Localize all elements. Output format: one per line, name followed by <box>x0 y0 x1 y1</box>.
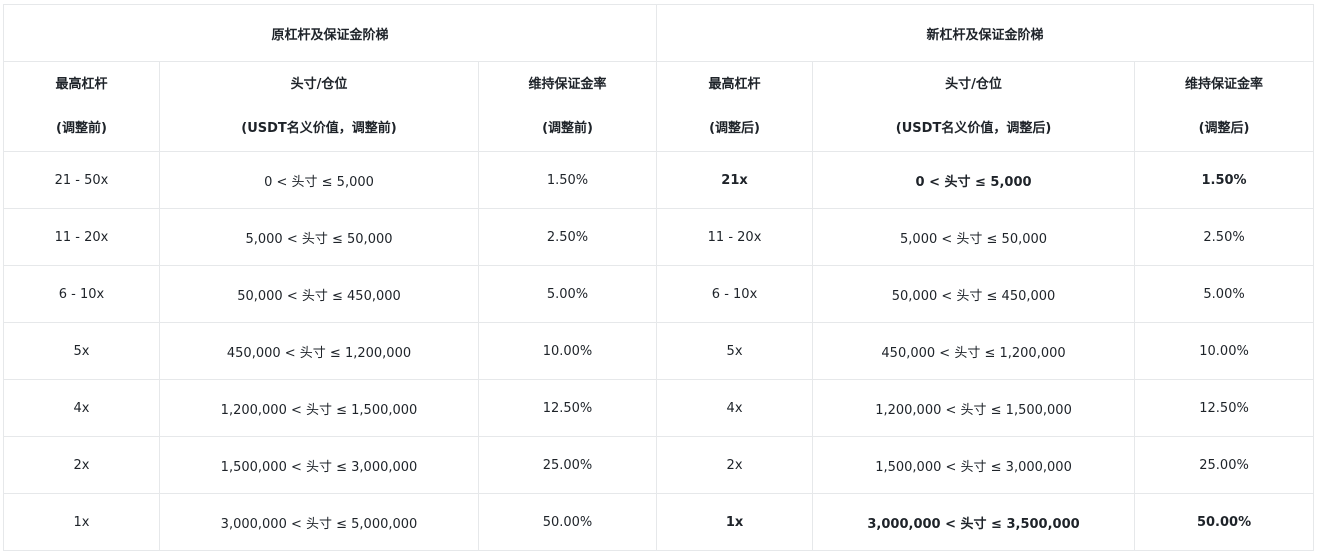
cell-max-leverage-new: 4x <box>656 379 814 437</box>
cell-max-leverage-old: 1x <box>3 493 160 551</box>
cell-max-leverage-new: 1x <box>656 493 814 551</box>
cell-max-leverage-old: 4x <box>3 379 160 437</box>
table-row: 21 - 50x 0 < 头寸 ≤ 5,000 1.50% 21x 0 < 头寸… <box>3 151 1315 209</box>
column-header-position-old: 头寸/仓位 (USDT名义价值，调整前) <box>159 61 479 152</box>
cell-margin-rate-new: 25.00% <box>1134 436 1315 494</box>
cell-max-leverage-old: 11 - 20x <box>3 208 160 266</box>
cell-position-old: 50,000 < 头寸 ≤ 450,000 <box>159 265 479 323</box>
cell-margin-rate-new: 5.00% <box>1134 265 1315 323</box>
table-row: 5x 450,000 < 头寸 ≤ 1,200,000 10.00% 5x 45… <box>3 322 1315 380</box>
cell-margin-rate-new: 10.00% <box>1134 322 1315 380</box>
column-header-margin-rate-old: 维持保证金率 (调整前) <box>477 61 658 152</box>
cell-margin-rate-new: 50.00% <box>1134 493 1315 551</box>
cell-margin-rate-old: 50.00% <box>477 493 658 551</box>
table-body: 21 - 50x 0 < 头寸 ≤ 5,000 1.50% 21x 0 < 头寸… <box>3 151 1315 551</box>
cell-max-leverage-new: 6 - 10x <box>656 265 814 323</box>
column-header-line2: (USDT名义价值，调整后) <box>895 120 1052 136</box>
column-header-line2: (USDT名义价值，调整前) <box>241 120 397 136</box>
cell-max-leverage-new: 21x <box>656 151 814 209</box>
cell-margin-rate-old: 12.50% <box>477 379 658 437</box>
table-row: 2x 1,500,000 < 头寸 ≤ 3,000,000 25.00% 2x … <box>3 436 1315 494</box>
cell-margin-rate-new: 1.50% <box>1134 151 1315 209</box>
cell-margin-rate-new: 12.50% <box>1134 379 1315 437</box>
cell-position-new: 3,000,000 < 头寸 ≤ 3,500,000 <box>812 493 1136 551</box>
column-header-margin-rate-new: 维持保证金率 (调整后) <box>1134 61 1315 152</box>
cell-max-leverage-old: 5x <box>3 322 160 380</box>
table-row: 6 - 10x 50,000 < 头寸 ≤ 450,000 5.00% 6 - … <box>3 265 1315 323</box>
leverage-table-container: 原杠杆及保证金阶梯 新杠杆及保证金阶梯 最高杠杆 (调整前) 头寸/仓位 (US… <box>2 4 1315 551</box>
cell-max-leverage-new: 2x <box>656 436 814 494</box>
column-header-line1: 最高杠杆 <box>55 76 108 92</box>
cell-margin-rate-old: 5.00% <box>477 265 658 323</box>
cell-margin-rate-old: 1.50% <box>477 151 658 209</box>
column-header-position-new: 头寸/仓位 (USDT名义价值，调整后) <box>812 61 1136 152</box>
cell-margin-rate-new: 2.50% <box>1134 208 1315 266</box>
leverage-margin-table: 原杠杆及保证金阶梯 新杠杆及保证金阶梯 最高杠杆 (调整前) 头寸/仓位 (US… <box>2 4 1315 551</box>
cell-margin-rate-old: 10.00% <box>477 322 658 380</box>
cell-position-old: 1,500,000 < 头寸 ≤ 3,000,000 <box>159 436 479 494</box>
table-row: 11 - 20x 5,000 < 头寸 ≤ 50,000 2.50% 11 - … <box>3 208 1315 266</box>
cell-max-leverage-old: 2x <box>3 436 160 494</box>
cell-margin-rate-old: 2.50% <box>477 208 658 266</box>
column-header-line2: (调整后) <box>709 120 760 136</box>
cell-position-new: 450,000 < 头寸 ≤ 1,200,000 <box>812 322 1136 380</box>
cell-position-old: 1,200,000 < 头寸 ≤ 1,500,000 <box>159 379 479 437</box>
cell-position-new: 1,200,000 < 头寸 ≤ 1,500,000 <box>812 379 1136 437</box>
cell-position-new: 50,000 < 头寸 ≤ 450,000 <box>812 265 1136 323</box>
cell-position-old: 450,000 < 头寸 ≤ 1,200,000 <box>159 322 479 380</box>
cell-position-old: 5,000 < 头寸 ≤ 50,000 <box>159 208 479 266</box>
cell-position-new: 0 < 头寸 ≤ 5,000 <box>812 151 1136 209</box>
cell-position-old: 0 < 头寸 ≤ 5,000 <box>159 151 479 209</box>
group-header-new: 新杠杆及保证金阶梯 <box>656 4 1315 62</box>
column-header-line2: (调整后) <box>1198 120 1250 136</box>
cell-max-leverage-new: 5x <box>656 322 814 380</box>
cell-max-leverage-old: 6 - 10x <box>3 265 160 323</box>
column-header-max-leverage-new: 最高杠杆 (调整后) <box>656 61 814 152</box>
cell-max-leverage-old: 21 - 50x <box>3 151 160 209</box>
table-row: 4x 1,200,000 < 头寸 ≤ 1,500,000 12.50% 4x … <box>3 379 1315 437</box>
group-header-old: 原杠杆及保证金阶梯 <box>2 4 658 62</box>
column-header-line2: (调整前) <box>56 120 107 136</box>
table-row: 1x 3,000,000 < 头寸 ≤ 5,000,000 50.00% 1x … <box>3 493 1315 551</box>
column-header-line1: 维持保证金率 <box>1185 76 1264 92</box>
column-header-line1: 头寸/仓位 <box>945 76 1002 92</box>
cell-margin-rate-old: 25.00% <box>477 436 658 494</box>
column-header-max-leverage-old: 最高杠杆 (调整前) <box>3 61 160 152</box>
cell-position-new: 1,500,000 < 头寸 ≤ 3,000,000 <box>812 436 1136 494</box>
cell-position-old: 3,000,000 < 头寸 ≤ 5,000,000 <box>159 493 479 551</box>
column-header-line1: 维持保证金率 <box>528 76 607 92</box>
column-header-line2: (调整前) <box>542 120 593 136</box>
column-header-line1: 最高杠杆 <box>708 76 761 92</box>
cell-position-new: 5,000 < 头寸 ≤ 50,000 <box>812 208 1136 266</box>
cell-max-leverage-new: 11 - 20x <box>656 208 814 266</box>
column-header-line1: 头寸/仓位 <box>290 76 348 92</box>
